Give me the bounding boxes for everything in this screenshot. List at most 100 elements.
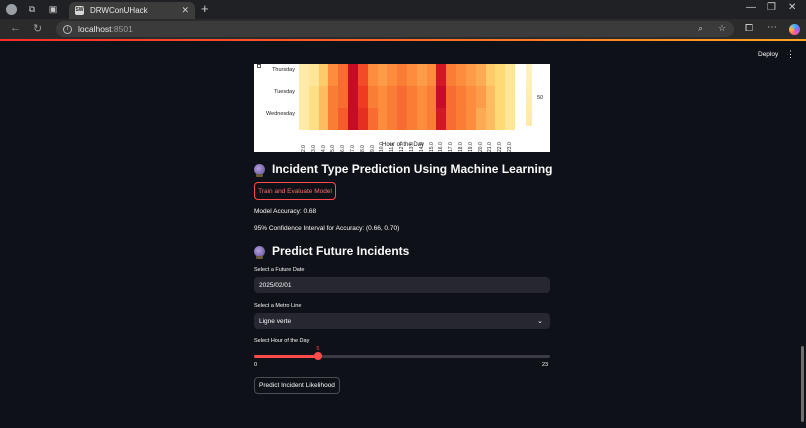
- workspaces-icon[interactable]: ⧉: [26, 4, 38, 16]
- profile-avatar[interactable]: [6, 4, 17, 15]
- heatmap-xtick: 22.0: [497, 142, 504, 152]
- model-accuracy-text: Model Accuracy: 0.68: [254, 208, 317, 215]
- heatmap-cell: [328, 64, 339, 86]
- back-icon[interactable]: ←: [10, 22, 21, 34]
- heatmap-cell: [475, 86, 486, 108]
- hour-slider-max: 23: [542, 362, 549, 368]
- metro-line-value: Ligne verte: [259, 317, 292, 325]
- crystal-ball-icon: [254, 163, 265, 177]
- date-input[interactable]: 2025/02/01: [254, 277, 550, 293]
- heatmap-xtick: 16.0: [438, 142, 445, 152]
- hour-slider[interactable]: [254, 352, 550, 360]
- ml-section-title: Incident Type Prediction Using Machine L…: [272, 162, 553, 176]
- site-info-icon[interactable]: i: [63, 24, 72, 34]
- restore-icon[interactable]: ❐: [767, 2, 776, 13]
- heatmap-cell: [426, 86, 437, 108]
- heatmap-cell: [505, 64, 515, 86]
- heatmap-cell: [436, 108, 447, 130]
- zoom-icon[interactable]: ⌕: [698, 23, 703, 34]
- heatmap-cell: [308, 86, 319, 108]
- copilot-icon[interactable]: [789, 24, 800, 35]
- heatmap-xtick: 17.0: [448, 142, 455, 152]
- tab-close-icon[interactable]: ✕: [181, 5, 189, 16]
- heatmap-cell: [495, 64, 506, 86]
- minimize-icon[interactable]: —: [746, 2, 756, 13]
- browser-tab[interactable]: SW DRWConUHack ✕: [69, 2, 195, 19]
- metro-line-label: Select a Metro Line: [254, 303, 302, 309]
- heatmap-xtick: 4.0: [320, 145, 327, 152]
- more-menu-icon[interactable]: ⋯: [767, 22, 777, 33]
- heatmap-cell: [328, 86, 339, 108]
- heatmap-cell: [465, 86, 476, 108]
- heatmap-cell: [436, 64, 447, 86]
- heatmap-xtick: 5.0: [330, 145, 337, 152]
- page-scrollbar[interactable]: [801, 346, 804, 422]
- heatmap-cell: [348, 108, 358, 130]
- chart-expand-icon[interactable]: [257, 64, 261, 68]
- heatmap-cell: [416, 64, 427, 86]
- heatmap-cell: [456, 86, 466, 108]
- heatmap-cell: [416, 86, 427, 108]
- heatmap-cell: [338, 64, 349, 86]
- date-value: 2025/02/01: [259, 281, 292, 289]
- heatmap-cell: [505, 108, 515, 130]
- heatmap-cell: [348, 64, 358, 86]
- heatmap-cell: [299, 86, 309, 108]
- metro-line-select[interactable]: Ligne verte ⌄: [254, 313, 550, 329]
- heatmap-cell: [308, 108, 319, 130]
- tab-actions-icon[interactable]: ▣: [47, 4, 59, 16]
- heatmap-cell: [397, 86, 407, 108]
- heatmap-cell: [416, 108, 427, 130]
- app-menu-icon[interactable]: ⋮: [786, 49, 795, 60]
- heatmap-ylabel: Wednesday: [266, 111, 295, 117]
- url-field[interactable]: i localhost:8501 ⌕ ☆: [56, 21, 734, 37]
- refresh-icon[interactable]: ↻: [33, 22, 42, 35]
- tab-favicon-icon: SW: [75, 6, 84, 15]
- heatmap-cell: [318, 64, 329, 86]
- hour-slider-min: 0: [254, 362, 258, 368]
- heatmap-cell: [456, 64, 466, 86]
- heatmap-xtick: 7.0: [350, 145, 356, 152]
- heatmap-cell: [407, 86, 417, 108]
- heatmap-cell: [446, 108, 457, 130]
- heatmap-xtick: 2.0: [300, 145, 307, 152]
- heatmap-cell: [465, 64, 476, 86]
- heatmap-cell: [377, 86, 388, 108]
- heatmap-ylabel: Thursday: [272, 67, 295, 73]
- collections-icon[interactable]: ⧠: [745, 23, 753, 34]
- heatmap-cell: [367, 108, 378, 130]
- heatmap-cell: [426, 64, 437, 86]
- heatmap-xtick: 20.0: [477, 142, 484, 152]
- heatmap-cell: [367, 64, 378, 86]
- heatmap-xtick: 21.0: [487, 142, 494, 152]
- heatmap-chart: Thursday Tuesday Wednesday 2.0 3.0 4.0 5.0 6…: [254, 64, 550, 152]
- colorbar-tick-label: 50: [537, 95, 544, 101]
- heatmap-cell: [348, 86, 358, 108]
- hour-slider-thumb[interactable]: [314, 352, 323, 360]
- train-model-button[interactable]: Train and Evaluate Model: [254, 182, 336, 200]
- predict-button[interactable]: Predict Incident Likelihood: [254, 377, 340, 394]
- heatmap-xlabel: Hour of the Day: [382, 142, 425, 148]
- deploy-button[interactable]: Deploy: [758, 51, 778, 58]
- heatmap-xtick: 19.0: [467, 142, 474, 152]
- heatmap-cell: [299, 108, 309, 130]
- favorite-star-icon[interactable]: ☆: [718, 23, 726, 34]
- crystal-ball-icon: [254, 245, 265, 259]
- heatmap-cell: [407, 108, 417, 130]
- heatmap-cell: [367, 86, 378, 108]
- heatmap-xtick: 3.0: [310, 145, 317, 152]
- heatmap-cell: [387, 108, 398, 130]
- heatmap-cell: [397, 64, 407, 86]
- heatmap-cell: [426, 108, 437, 130]
- heatmap-cell: [377, 64, 388, 86]
- predict-section-title: Predict Future Incidents: [272, 244, 410, 258]
- url-port: :8501: [111, 24, 133, 34]
- new-tab-icon[interactable]: +: [201, 1, 209, 16]
- heatmap-cell: [485, 64, 496, 86]
- heatmap-cell: [446, 86, 457, 108]
- window-close-icon[interactable]: ✕: [788, 2, 796, 13]
- heatmap-xtick: 18.0: [458, 142, 464, 152]
- heatmap-colorbar: [526, 64, 532, 126]
- heatmap-cell: [465, 108, 476, 130]
- heatmap-xtick: 9.0: [369, 145, 376, 152]
